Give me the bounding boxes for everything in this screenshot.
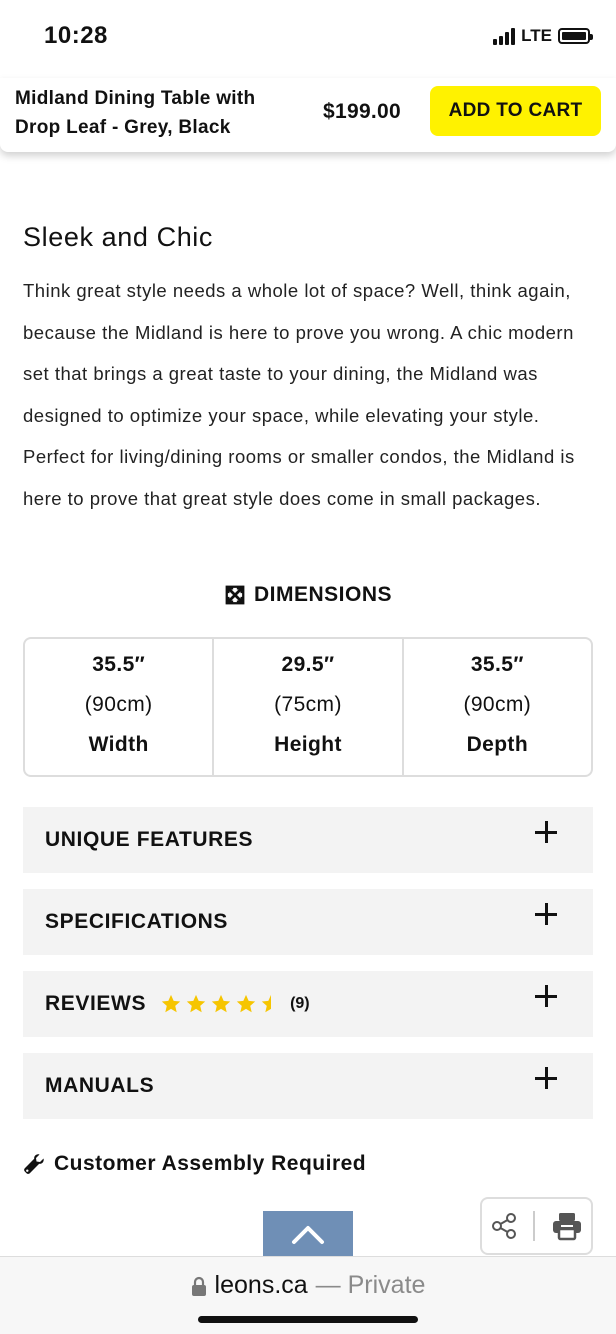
star-icon: [211, 994, 231, 1013]
assembly-note: Customer Assembly Required: [22, 1152, 366, 1176]
dimension-inches: 35.5″: [470, 653, 524, 676]
accordion-title: MANUALS: [45, 1074, 155, 1097]
accordion-title: SPECIFICATIONS: [45, 910, 229, 933]
dimension-inches: 29.5″: [281, 653, 335, 676]
plus-icon[interactable]: [535, 1067, 557, 1089]
dimension-cm: (75cm): [274, 693, 342, 716]
star-rating: [160, 993, 282, 1015]
battery-icon: [558, 28, 593, 44]
dimensions-heading-label: DIMENSIONS: [253, 583, 392, 606]
dimension-cm: (90cm): [463, 693, 532, 716]
dimension-inches: 35.5″: [92, 653, 146, 676]
dimension-depth: 35.5″ (90cm) Depth: [404, 639, 591, 775]
share-icon[interactable]: [490, 1212, 518, 1240]
cellular-signal-icon: [493, 27, 516, 45]
accordion-manuals[interactable]: MANUALS: [23, 1053, 593, 1119]
accordion-title: REVIEWS: [45, 992, 147, 1015]
description-body: Think great style needs a whole lot of s…: [23, 280, 575, 509]
plus-icon[interactable]: [535, 985, 557, 1007]
star-icon: [161, 994, 181, 1013]
add-to-cart-button[interactable]: ADD TO CART: [430, 86, 601, 136]
product-title: Midland Dining Table with Drop Leaf - Gr…: [15, 88, 256, 138]
dimensions-heading: DIMENSIONS: [0, 583, 616, 607]
plus-icon[interactable]: [535, 821, 557, 843]
status-indicators: LTE: [493, 26, 593, 46]
private-mode-label: — Private: [315, 1271, 426, 1299]
dimension-label: Height: [274, 733, 342, 756]
star-icon: [186, 994, 206, 1013]
dimensions-table: 35.5″ (90cm) Width 29.5″ (75cm) Height 3…: [23, 637, 593, 777]
url-display[interactable]: leons.ca — Private: [0, 1271, 616, 1300]
lock-icon: [191, 1276, 206, 1296]
dimension-cm: (90cm): [84, 693, 153, 716]
sticky-product-bar: Midland Dining Table with Drop Leaf - Gr…: [0, 78, 616, 152]
scroll-to-top-button[interactable]: [263, 1211, 353, 1257]
chevron-up-icon: [292, 1226, 324, 1244]
status-bar: 10:28 LTE: [0, 0, 616, 78]
assembly-label: Customer Assembly Required: [54, 1152, 367, 1175]
plus-icon[interactable]: [535, 903, 557, 925]
star-half-icon: [261, 994, 281, 1013]
star-icon: [236, 994, 256, 1013]
dimension-label: Width: [88, 733, 149, 756]
url-host: leons.ca: [214, 1271, 308, 1299]
divider: [533, 1211, 536, 1241]
accordion-title: UNIQUE FEATURES: [45, 828, 254, 851]
review-count: (9): [290, 995, 310, 1012]
accordion-reviews[interactable]: REVIEWS (9): [23, 971, 593, 1037]
home-indicator: [198, 1316, 418, 1323]
share-print-group: [480, 1197, 593, 1255]
browser-address-bar[interactable]: leons.ca — Private: [0, 1256, 616, 1334]
dimension-width: 35.5″ (90cm) Width: [25, 639, 215, 775]
wrench-icon: [24, 1154, 44, 1174]
description-heading: Sleek and Chic: [23, 222, 214, 252]
expand-arrows-icon: [225, 585, 245, 605]
status-time: 10:28: [44, 22, 108, 49]
print-icon[interactable]: [551, 1211, 583, 1241]
product-price: $199.00: [323, 100, 402, 123]
dimension-label: Depth: [466, 733, 529, 756]
network-type: LTE: [521, 26, 552, 45]
accordion-unique-features[interactable]: UNIQUE FEATURES: [23, 807, 593, 873]
dimension-height: 29.5″ (75cm) Height: [214, 639, 404, 775]
accordion-specifications[interactable]: SPECIFICATIONS: [23, 889, 593, 955]
